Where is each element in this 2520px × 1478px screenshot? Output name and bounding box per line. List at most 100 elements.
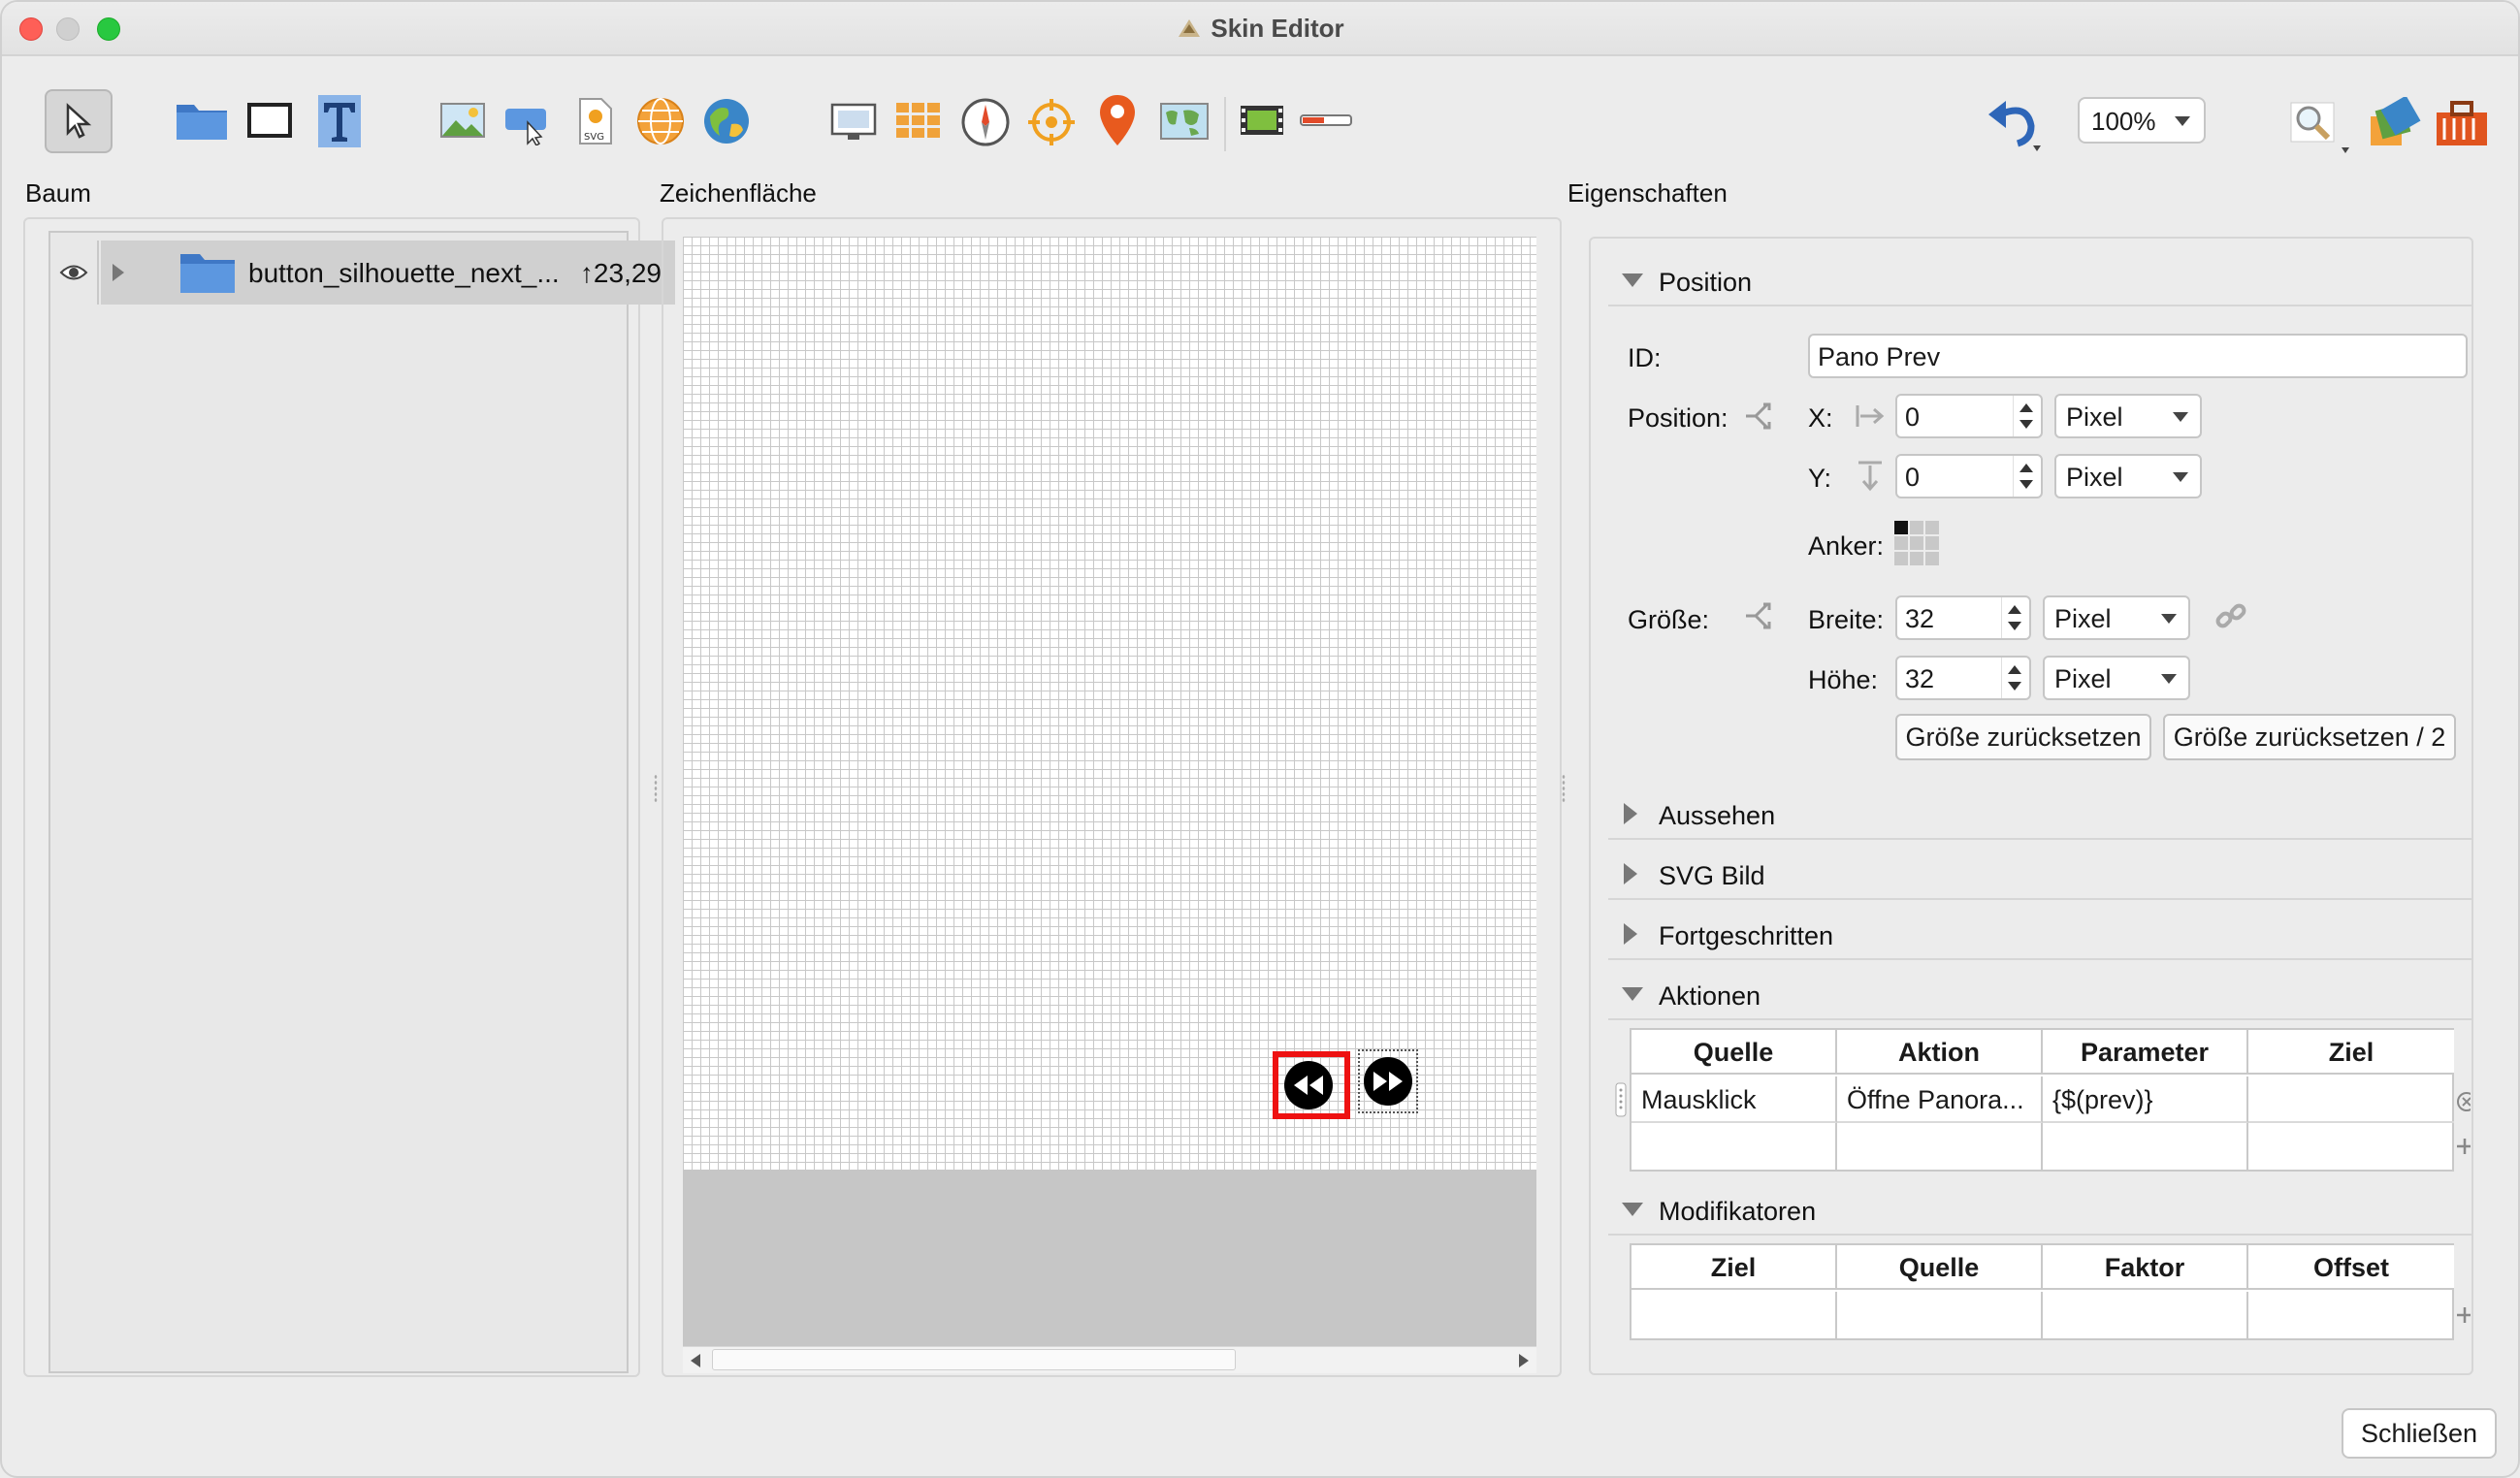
reset-size-half-button[interactable]: Größe zurücksetzen / 2: [2163, 714, 2456, 760]
empty-table-cell[interactable]: [2043, 1123, 2248, 1170]
spin-down-icon[interactable]: [2008, 622, 2021, 630]
reset-size-button[interactable]: Größe zurücksetzen: [1895, 714, 2151, 760]
monitor-icon: [830, 103, 877, 140]
add-row-icon[interactable]: [2454, 1127, 2472, 1166]
compass-tool-button[interactable]: [960, 97, 1011, 147]
svg-image-section-header[interactable]: SVG Bild: [1608, 850, 2472, 900]
advanced-section-header[interactable]: Fortgeschritten: [1608, 910, 2472, 960]
undo-button[interactable]: [1985, 93, 2047, 153]
spin-down-icon[interactable]: [2008, 682, 2021, 691]
pointer-tool-button[interactable]: [45, 89, 113, 153]
scroll-left-icon[interactable]: [691, 1354, 700, 1367]
column-header[interactable]: Ziel: [2248, 1030, 2454, 1075]
scroll-right-icon[interactable]: [1519, 1354, 1529, 1367]
link-split-icon[interactable]: [1742, 400, 1777, 433]
screen-tool-button[interactable]: [830, 103, 877, 142]
chevron-down-icon: [2173, 412, 2188, 422]
empty-table-cell[interactable]: [2043, 1292, 2248, 1338]
drag-handle-icon[interactable]: [1612, 1080, 1630, 1119]
app-icon: [1176, 16, 1203, 41]
text-tool-button[interactable]: [318, 95, 361, 147]
column-header[interactable]: Quelle: [1837, 1245, 2043, 1290]
width-spinbox[interactable]: 32: [1895, 595, 2031, 640]
link-split-icon[interactable]: [1742, 599, 1777, 632]
empty-table-cell[interactable]: [2248, 1123, 2454, 1170]
position-section-header[interactable]: Position: [1608, 256, 2472, 306]
empty-table-cell[interactable]: [1837, 1123, 2043, 1170]
column-header[interactable]: Aktion: [1837, 1030, 2043, 1075]
id-field[interactable]: Pano Prev: [1808, 334, 2468, 378]
column-header[interactable]: Offset: [2248, 1245, 2454, 1290]
properties-panel-title: Eigenschaften: [1567, 178, 1728, 208]
spin-up-icon[interactable]: [2019, 464, 2033, 472]
hotspot-tool-button[interactable]: [1026, 97, 1077, 147]
table-cell[interactable]: {$(prev)}: [2043, 1076, 2248, 1123]
panorama-tool-button[interactable]: [636, 97, 685, 145]
splitter-handle[interactable]: [654, 774, 658, 803]
x-offset-icon: [1856, 405, 1885, 427]
height-spinbox[interactable]: 32: [1895, 656, 2031, 700]
y-value: 0: [1905, 463, 1921, 492]
empty-table-cell[interactable]: [1837, 1292, 2043, 1338]
empty-table-cell[interactable]: [1632, 1123, 1837, 1170]
toolbox-tool-button[interactable]: [2435, 95, 2489, 147]
canvas-grid[interactable]: [683, 237, 1536, 1170]
spin-down-icon[interactable]: [2019, 480, 2033, 489]
pin-tool-button[interactable]: [1098, 93, 1137, 147]
empty-table-cell[interactable]: [2248, 1292, 2454, 1338]
add-row-icon[interactable]: [2454, 1296, 2472, 1334]
splitter-handle[interactable]: [1562, 774, 1566, 803]
pano-next-element[interactable]: [1358, 1049, 1418, 1113]
pano-prev-element[interactable]: [1273, 1051, 1350, 1119]
video-tool-button[interactable]: [1240, 105, 1284, 136]
tree-panel-title: Baum: [25, 178, 91, 208]
slider-tool-button[interactable]: [1300, 112, 1352, 128]
spin-up-icon[interactable]: [2019, 403, 2033, 412]
column-header[interactable]: Ziel: [1632, 1245, 1837, 1290]
modifiers-section-header[interactable]: Modifikatoren: [1608, 1185, 2472, 1236]
scrollbar-thumb[interactable]: [712, 1349, 1236, 1370]
table-cell[interactable]: Öffne Panora...: [1837, 1076, 2043, 1123]
spin-down-icon[interactable]: [2019, 420, 2033, 429]
spin-up-icon[interactable]: [2008, 665, 2021, 674]
canvas-outside-area: [683, 1170, 1536, 1346]
search-tool-button[interactable]: [2289, 97, 2357, 157]
tree-row[interactable]: button_silhouette_next_... ↑23,29: [50, 241, 675, 305]
height-unit-value: Pixel: [2054, 664, 2112, 693]
container-tool-button[interactable]: [175, 99, 229, 142]
appearance-section-header[interactable]: Aussehen: [1608, 789, 2472, 840]
table-cell[interactable]: [2248, 1076, 2454, 1123]
empty-table-cell[interactable]: [1632, 1292, 1837, 1338]
x-spinbox[interactable]: 0: [1895, 394, 2043, 438]
earth-icon: [704, 99, 749, 144]
remove-row-icon[interactable]: [2454, 1082, 2472, 1121]
height-unit-select[interactable]: Pixel: [2043, 656, 2190, 700]
close-button[interactable]: Schließen: [2342, 1408, 2497, 1459]
width-unit-select[interactable]: Pixel: [2043, 595, 2190, 640]
svg-tool-button[interactable]: SVG: [578, 97, 613, 145]
spin-up-icon[interactable]: [2008, 605, 2021, 614]
table-cell[interactable]: Mausklick: [1632, 1076, 1837, 1123]
y-spinbox[interactable]: 0: [1895, 454, 2043, 498]
y-unit-select[interactable]: Pixel: [2054, 454, 2202, 498]
image-tool-button[interactable]: [440, 103, 485, 138]
x-unit-select[interactable]: Pixel: [2054, 394, 2202, 438]
tree-item-selected[interactable]: button_silhouette_next_... ↑23,29: [101, 241, 675, 305]
button-tool-button[interactable]: [504, 103, 549, 145]
zoom-select[interactable]: 100%: [2078, 97, 2206, 144]
anchor-grid-icon[interactable]: [1893, 520, 1940, 566]
visibility-toggle[interactable]: [50, 241, 99, 305]
actions-section-header[interactable]: Aktionen: [1608, 970, 2472, 1020]
rectangle-tool-button[interactable]: [246, 101, 293, 140]
canvas-horizontal-scrollbar[interactable]: [683, 1346, 1536, 1373]
column-header[interactable]: Parameter: [2043, 1030, 2248, 1075]
column-header[interactable]: Quelle: [1632, 1030, 1837, 1075]
map-view-tool-button[interactable]: [1160, 103, 1209, 140]
grid-tool-button[interactable]: [894, 101, 943, 140]
chain-link-icon[interactable]: [2213, 599, 2248, 634]
map-tool-button[interactable]: [702, 97, 751, 145]
column-header[interactable]: Faktor: [2043, 1245, 2248, 1290]
palette-tool-button[interactable]: [2369, 97, 2421, 147]
expand-arrow-icon[interactable]: [113, 264, 124, 281]
tree-view[interactable]: [48, 231, 629, 1373]
